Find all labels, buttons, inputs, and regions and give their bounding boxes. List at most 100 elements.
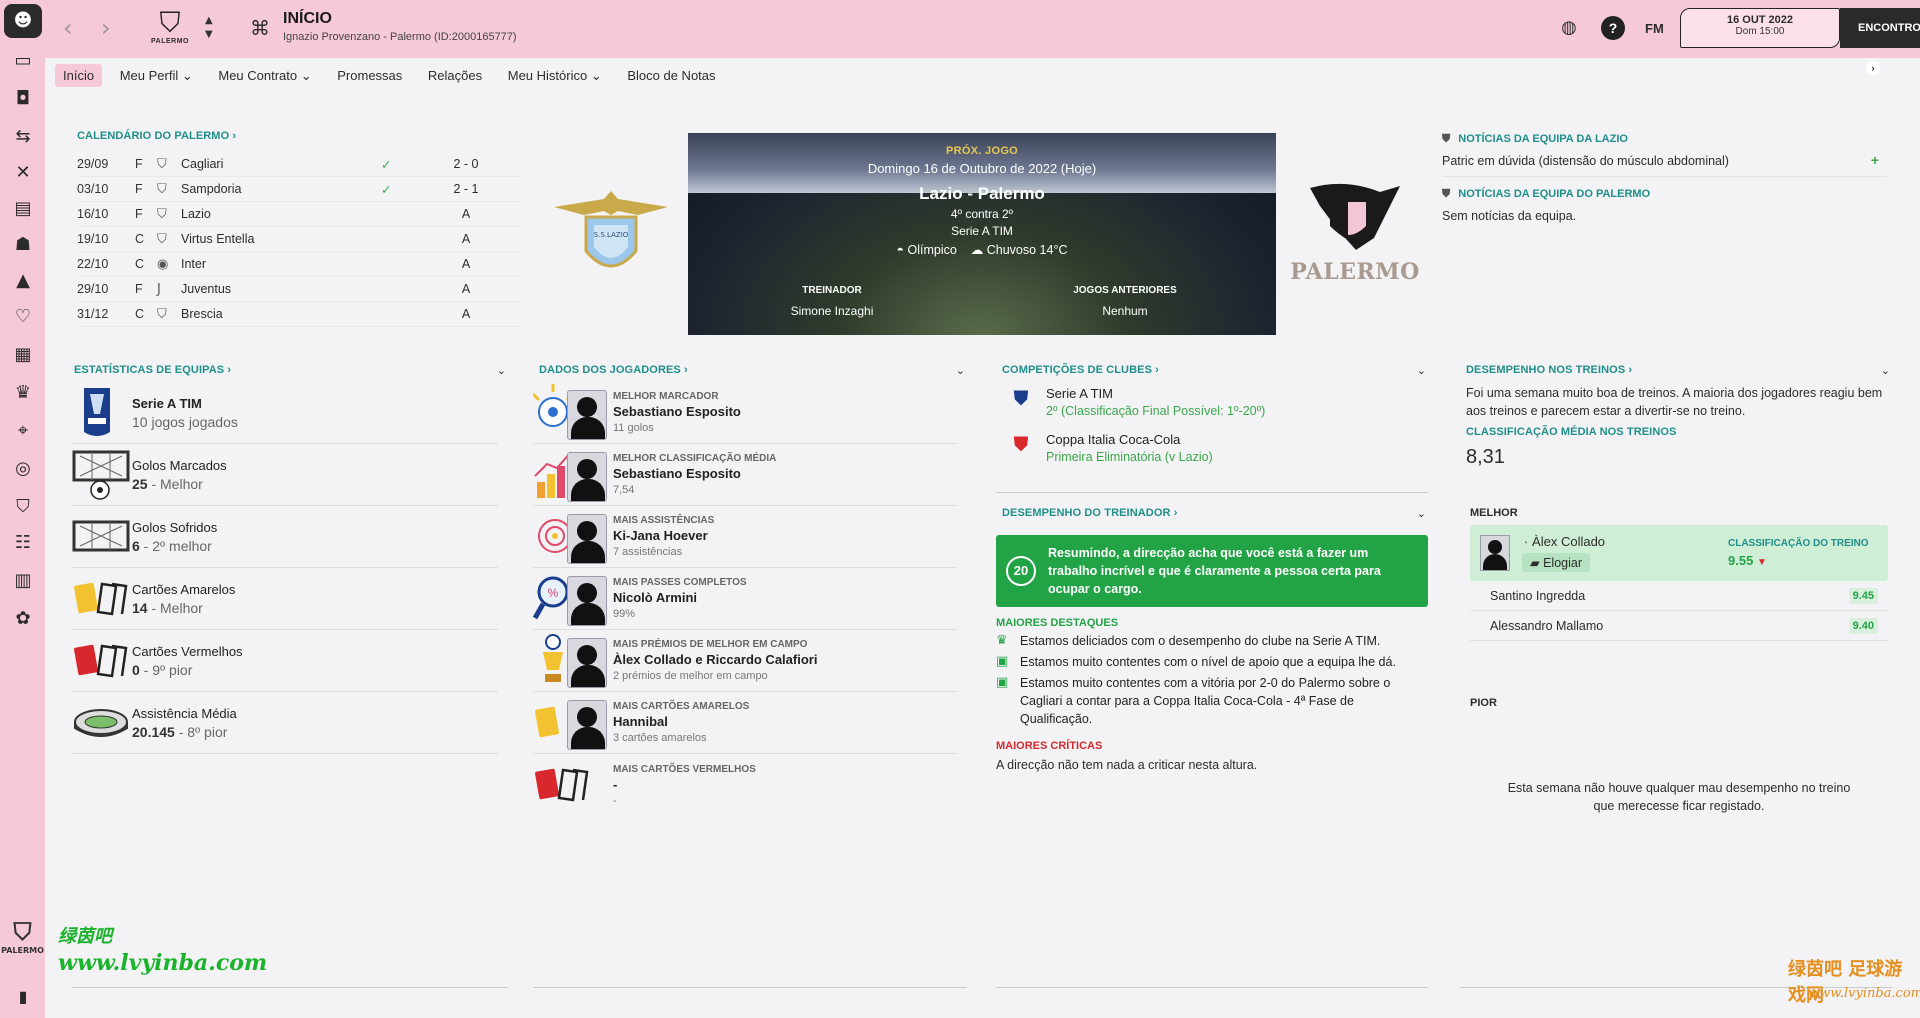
team-stat-row[interactable]: Golos Sofridos 6 - 2º melhor xyxy=(72,506,498,568)
tab-promessas[interactable]: Promessas xyxy=(329,64,410,87)
palermo-eagle-crest-icon xyxy=(1310,183,1400,250)
competitions-icon[interactable]: ♛ xyxy=(10,380,36,406)
player-stat-row[interactable]: MELHOR MARCADOR Sebastiano Esposito 11 gol… xyxy=(531,382,957,444)
highlights-heading: MAIORES DESTAQUES xyxy=(996,617,1119,629)
team-stat-row[interactable]: Cartões Amarelos 14 - Melhor xyxy=(72,568,498,630)
fixture-row[interactable]: 03/10 F ⛉ Sampdoria ✓ 2 - 1 xyxy=(77,177,522,202)
fixture-row[interactable]: 16/10 F ⛉ Lazio A xyxy=(77,202,522,227)
training-icon[interactable]: ▲ xyxy=(10,268,36,294)
fm-menu[interactable]: FM xyxy=(1645,21,1664,36)
world-icon[interactable]: ◎ xyxy=(10,456,36,482)
competition-row[interactable]: ⛊ Serie A TIM 2º (Classificação Final Pos… xyxy=(996,386,1428,432)
best-trainee-card[interactable]: ◔ Àlex Collado ▰ Elogiar CLASSIFICAÇÃO DO… xyxy=(1470,525,1888,581)
development-icon[interactable]: ✿ xyxy=(10,606,36,632)
schedule-icon[interactable]: ▦ xyxy=(10,342,36,368)
highlight-item: ▣ Estamos muito contentes com a vitória p… xyxy=(996,675,1391,726)
column-divider xyxy=(996,987,1428,988)
fixture-row[interactable]: 19/10 C ⛉ Virtus Entella A xyxy=(77,227,522,252)
supporters-icon: ▣ xyxy=(996,654,1009,669)
highlight-item: ♛ Estamos deliciados com o desempenho do … xyxy=(996,633,1381,648)
coach-label: TREINADOR xyxy=(802,285,862,296)
training-summary: Foi uma semana muito boa de treinos. A m… xyxy=(1466,386,1883,418)
player-data-heading[interactable]: DADOS DOS JOGADORES › xyxy=(539,364,688,376)
club-crest-small[interactable]: ⛉ PALERMO xyxy=(0,918,45,955)
team-stats-panel: ESTATÍSTICAS DE EQUIPAS › ⌄ Serie A TIM 10… xyxy=(72,358,508,988)
team-stat-row[interactable]: Serie A TIM 10 jogos jogados xyxy=(72,382,498,444)
lazio-news-item[interactable]: Patric em dúvida (distensão do músculo a… xyxy=(1442,152,1887,177)
yellow-card-icon xyxy=(72,570,132,628)
tab-meu-perfil[interactable]: Meu Perfil ⌄ xyxy=(112,64,201,88)
staff-icon[interactable]: ☗ xyxy=(10,232,36,258)
reports-icon[interactable]: ▤ xyxy=(10,196,36,222)
tab-bloco-notas[interactable]: Bloco de Notas xyxy=(619,64,723,87)
player-stat-row[interactable]: MAIS CARTÕES AMARELOS Hannibal 3 cartões a… xyxy=(533,692,957,754)
juventus-crest-icon: J xyxy=(157,281,161,297)
lazio-news-heading[interactable]: ⛊ NOTÍCIAS DA EQUIPA DA LAZIO xyxy=(1442,132,1887,146)
training-row[interactable]: Santino Ingredda 9.45 xyxy=(1470,581,1888,611)
fixtures-calendar: CALENDÁRIO DO PALERMO › 29/09 F ⛉ Caglia… xyxy=(77,130,522,327)
tab-relacoes[interactable]: Relações xyxy=(420,64,490,87)
training-heading[interactable]: DESEMPENHO NOS TREINOS › xyxy=(1466,364,1632,376)
coach-perf-heading[interactable]: DESEMPENHO DO TREINADOR › xyxy=(1002,507,1177,519)
worst-text: Esta semana não houve qualquer mau desem… xyxy=(1507,781,1851,813)
game-date[interactable]: 16 OUT 2022 Dom 15:00 xyxy=(1680,8,1840,48)
palermo-news-heading[interactable]: ⛊ NOTÍCIAS DA EQUIPA DO PALERMO xyxy=(1442,187,1887,201)
player-stat-row[interactable]: MELHOR CLASSIFICAÇÃO MÉDIA Sebastiano Esp… xyxy=(533,444,957,506)
rain-cloud-icon: ☁ xyxy=(970,243,984,257)
collapse-chevron-icon[interactable]: ⌄ xyxy=(956,364,965,377)
collapse-chevron-icon[interactable]: ⌄ xyxy=(1417,507,1426,520)
calendar-heading[interactable]: CALENDÁRIO DO PALERMO › xyxy=(77,130,522,142)
club-icon[interactable]: ⛉ xyxy=(10,494,36,520)
finances-icon[interactable]: ▥ xyxy=(10,568,36,594)
inbox-icon[interactable]: ▭ xyxy=(10,48,36,74)
forward-arrow-icon[interactable]: › xyxy=(101,14,111,42)
back-arrow-icon[interactable]: ‹ xyxy=(63,14,73,42)
watermark-url: www.lvyinba.com xyxy=(58,950,268,976)
player-stat-row[interactable]: % MAIS PASSES COMPLETOS Nicolò Armini 99% xyxy=(532,568,957,630)
squad-icon[interactable]: ◘ xyxy=(10,86,36,112)
team-news: ⛊ NOTÍCIAS DA EQUIPA DA LAZIO Patric em d… xyxy=(1442,132,1887,223)
player-data-panel: DADOS DOS JOGADORES › ⌄ MELHOR MARCADOR Se… xyxy=(531,358,967,988)
team-stat-row[interactable]: Cartões Vermelhos 0 - 9º pior xyxy=(72,630,498,692)
lazio-crest-icon[interactable]: S.S.LAZIO xyxy=(548,185,674,285)
manager-avatar-icon[interactable]: ☻ xyxy=(4,4,42,38)
team-stat-row[interactable]: Golos Marcados 25 - Melhor xyxy=(72,444,498,506)
medical-icon[interactable]: ♡ xyxy=(10,304,36,330)
tactics-icon[interactable]: ✕ xyxy=(10,160,36,186)
next-match-panel[interactable]: PRÓX. JOGO Domingo 16 de Outubro de 2022… xyxy=(688,133,1276,335)
collapse-chevron-icon[interactable]: ⌄ xyxy=(1417,364,1426,377)
dynamics-icon[interactable]: ☷ xyxy=(10,530,36,556)
page-subtitle: Ignazio Provenzano - Palermo (ID:2000165… xyxy=(283,31,517,43)
palermo-small-crest-icon: ⛊ xyxy=(1442,187,1451,200)
tab-meu-historico[interactable]: Meu Histórico ⌄ xyxy=(500,64,610,88)
transfers-icon[interactable]: ⇆ xyxy=(10,124,36,150)
player-stat-row[interactable]: MAIS PRÉMIOS DE MELHOR EM CAMPO Àlex Coll… xyxy=(533,630,957,692)
club-switch-icon[interactable]: ▲ ▼ xyxy=(205,14,213,42)
win-check-icon: ✓ xyxy=(381,181,392,197)
tab-meu-contrato[interactable]: Meu Contrato ⌄ xyxy=(210,64,319,88)
scouting-icon[interactable]: ⌖ xyxy=(10,418,36,444)
fixture-row[interactable]: 31/12 C ⛉ Brescia A xyxy=(77,302,522,327)
competition-row[interactable]: ⛊ Coppa Italia Coca-Cola Primeira Elimina… xyxy=(996,432,1428,478)
fixture-row[interactable]: 29/09 F ⛉ Cagliari ✓ 2 - 0 xyxy=(77,152,522,177)
fixture-row[interactable]: 22/10 C ◉ Inter A xyxy=(77,252,522,277)
player-stat-row[interactable]: MAIS ASSISTÊNCIAS Ki-Jana Hoever 7 assistê… xyxy=(533,506,957,568)
collapse-chevron-icon[interactable]: ⌄ xyxy=(497,364,506,377)
coppa-italia-logo-icon: ⛊ xyxy=(1013,432,1029,456)
team-stat-row[interactable]: Assistência Média 20.145 - 8º pior xyxy=(72,692,498,754)
fixture-row[interactable]: 29/10 F J Juventus A xyxy=(77,277,522,302)
player-stat-row[interactable]: MAIS CARTÕES VERMELHOS - - xyxy=(533,754,957,816)
club-logo[interactable]: ⛉ PALERMO xyxy=(145,8,195,52)
team-stats-heading[interactable]: ESTATÍSTICAS DE EQUIPAS › xyxy=(74,364,231,376)
continue-button[interactable]: ENCONTROS› xyxy=(1840,8,1920,75)
training-row[interactable]: Alessandro Mallamo 9.40 xyxy=(1470,611,1888,641)
help-icon[interactable]: ? xyxy=(1601,16,1625,40)
club-comps-heading[interactable]: COMPETIÇÕES DE CLUBES › xyxy=(1002,364,1159,376)
tab-inicio[interactable]: Início xyxy=(55,64,103,87)
next-match-competition: Serie A TIM xyxy=(951,224,1013,238)
globe-icon[interactable]: ◍ xyxy=(1557,16,1581,40)
sampdoria-crest-icon: ⛉ xyxy=(157,181,167,197)
praise-button[interactable]: ▰ Elogiar xyxy=(1522,553,1591,572)
palermo-crest[interactable]: PALERMO xyxy=(1290,178,1420,293)
collapse-chevron-icon[interactable]: ⌄ xyxy=(1881,364,1890,377)
